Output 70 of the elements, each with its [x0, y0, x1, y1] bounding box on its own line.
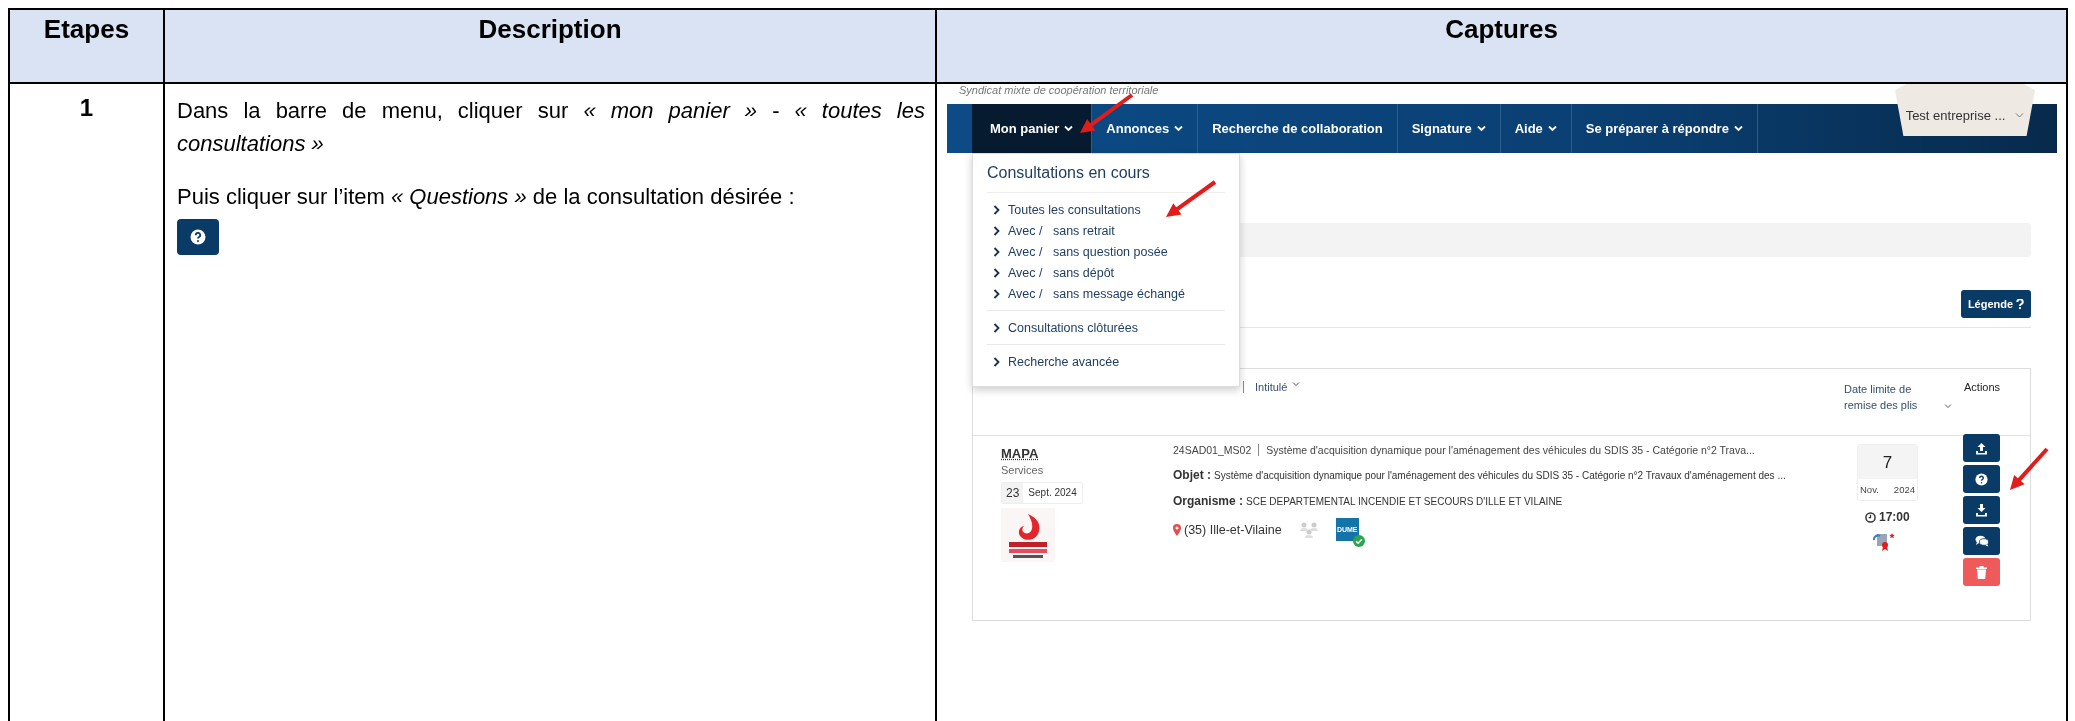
instruction-text: Dans la barre de menu, cliquer sur « mon panier » - « toutes les consultations » [177, 97, 925, 158]
upload-icon [1975, 441, 1988, 455]
nav-menu-item[interactable]: Mon panier [972, 104, 1093, 153]
reference-text: 24SAD01_MS02 [1173, 444, 1252, 456]
column-header: Captures [936, 9, 2067, 83]
menu-item[interactable]: Toutes les consultations [987, 199, 1225, 220]
publication-date: 23 Sept. 2024 [1001, 482, 1083, 504]
field-label: Objet : [1173, 468, 1211, 482]
arrow-annotation [1166, 180, 1217, 217]
menu-heading: Consultations en cours [987, 164, 1225, 193]
column-header[interactable]: Date limite de remise des plis [1844, 381, 1944, 413]
column-header[interactable]: Intitulé [1255, 381, 1288, 393]
nav-menu-item[interactable]: Aide [1500, 104, 1572, 153]
flame-logo [1001, 508, 1055, 562]
clock-icon [1865, 511, 1876, 523]
nav-menu-item[interactable]: Se préparer à répondre [1571, 104, 1758, 153]
chevron-right-icon [993, 356, 1000, 367]
menu-item[interactable]: Avec / sans message échangé [987, 283, 1225, 304]
column-header: Etapes [9, 9, 164, 83]
question-mark-icon [2016, 299, 2025, 309]
chat-button[interactable] [1963, 527, 2000, 555]
category-text: Services [1001, 464, 1045, 476]
chevron-right-icon [993, 267, 1000, 278]
chevron-down-icon [2015, 112, 2025, 119]
menu-item[interactable]: Avec / sans question posée [987, 241, 1225, 262]
legend-button[interactable]: Légende [1961, 290, 2031, 318]
chat-icon [1974, 535, 1989, 547]
chevron-down-icon [1476, 125, 1486, 132]
map-pin-icon [1173, 523, 1181, 536]
trash-icon [1976, 565, 1987, 579]
chevron-down-icon [1944, 403, 1952, 409]
chevron-down-icon [1064, 125, 1074, 132]
chevron-right-icon [993, 288, 1000, 299]
chevron-down-icon [1292, 381, 1301, 387]
menu-item[interactable]: Avec / sans retrait [987, 220, 1225, 241]
deadline-date: 7 Nov. 2024 [1857, 444, 1918, 501]
group-icon [1298, 520, 1319, 539]
procedure-type: MAPA [1001, 446, 1040, 461]
nav-menu-item[interactable]: Signature [1397, 104, 1501, 153]
column-header: Description [164, 9, 936, 83]
question-icon [1975, 472, 1988, 486]
question-button[interactable] [1963, 465, 2000, 493]
chevron-right-icon [993, 322, 1000, 333]
menu-item[interactable]: Consultations clôturées [987, 317, 1225, 338]
menu-item[interactable]: Recherche avancée [987, 351, 1225, 372]
chevron-right-icon [993, 204, 1000, 215]
organisation-text: SCE DEPARTEMENTAL INCENDIE ET SECOURS D'ILLE ET VILAINE [1246, 496, 1563, 507]
certificate-icon [1873, 532, 1897, 552]
check-icon [1352, 535, 1365, 547]
step-number: 1 [79, 94, 94, 121]
chevron-right-icon [993, 246, 1000, 257]
download-icon [1975, 503, 1988, 517]
chevron-down-icon [1547, 125, 1557, 132]
download-button[interactable] [1963, 496, 2000, 524]
menu-item[interactable]: Avec / sans dépôt [987, 262, 1225, 283]
organisation-caption: Syndicat mixte de coopération territoriale [958, 84, 1160, 98]
instruction-text: Puis cliquer sur l’item « Questions » de la consultation désirée : [177, 183, 796, 211]
chevron-down-icon [1733, 125, 1743, 132]
deadline-time: 17:00 [1879, 510, 1910, 524]
column-header: Actions [1964, 381, 2001, 393]
account-dropdown[interactable]: Test entreprise ... [1895, 84, 2035, 136]
field-label: Organisme : [1173, 494, 1244, 508]
object-text: Système d'acquisition dynamique pour l'aménagement des véhicules du SDIS 35 - Catégorie n°2 Travaux d'aménagement des ... [1214, 470, 1786, 481]
upload-button[interactable] [1963, 434, 2000, 462]
chevron-down-icon [1174, 125, 1184, 132]
location-text: (35) Ille-et-Vilaine [1184, 522, 1282, 537]
chevron-right-icon [993, 225, 1000, 236]
consultation-title: Système d'acquisition dynamique pour l'aménagement des véhicules du SDIS 35 - Catégorie n°2 Trava... [1266, 444, 1755, 456]
arrow-annotation [2010, 447, 2049, 490]
question-icon [190, 229, 206, 245]
